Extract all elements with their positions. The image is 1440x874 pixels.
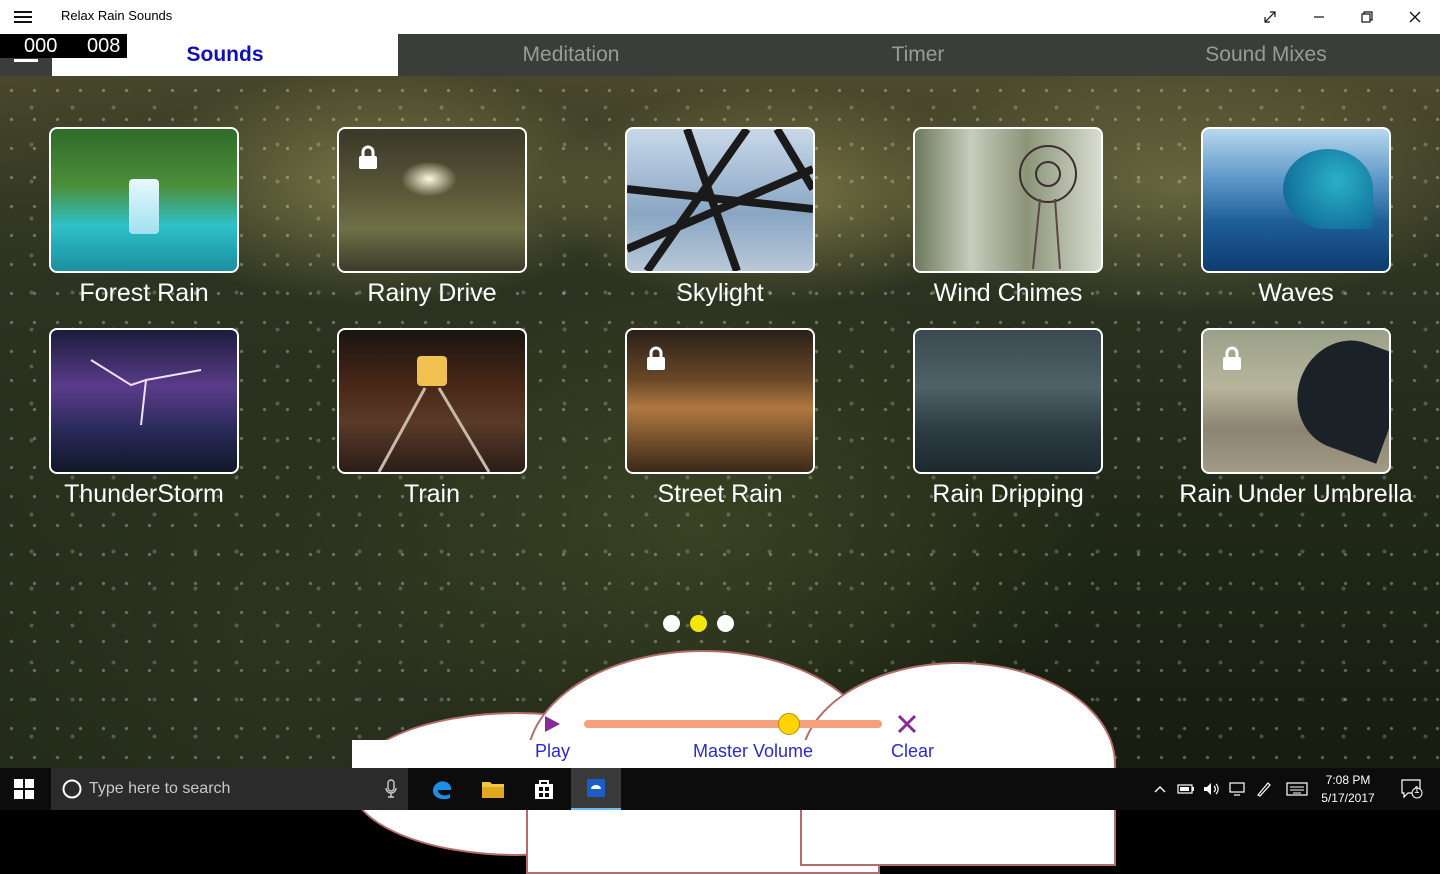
sound-label: Forest Rain: [79, 279, 209, 307]
cortana-circle-icon: [62, 779, 82, 799]
wind-chimes-thumbnail: [913, 127, 1103, 273]
volume-icon[interactable]: [1199, 768, 1225, 810]
play-button[interactable]: [541, 713, 563, 739]
sound-tile-wind-chimes[interactable]: Wind Chimes: [913, 127, 1103, 309]
thunderstorm-thumbnail: [49, 328, 239, 474]
page-dot-3[interactable]: [717, 615, 734, 632]
clock-time: 7:08 PM: [1325, 773, 1371, 787]
sound-tile-forest-rain[interactable]: Forest Rain: [49, 127, 239, 309]
search-placeholder: Type here to search: [89, 780, 231, 797]
sound-tile-skylight[interactable]: Skylight: [625, 127, 815, 309]
sound-label: Train: [403, 480, 461, 508]
sound-label: Skylight: [676, 279, 764, 307]
sound-label: Rain Under Umbrella: [1179, 480, 1413, 508]
sound-tile-street-rain[interactable]: Street Rain: [625, 328, 815, 510]
hamburger-menu-icon[interactable]: [14, 8, 32, 26]
master-volume-slider-thumb[interactable]: [778, 713, 800, 735]
window-title: Relax Rain Sounds: [61, 8, 173, 23]
action-center-notification-icon[interactable]: 1: [1390, 768, 1434, 810]
sound-label: Street Rain: [657, 480, 783, 508]
sound-tile-rain-under-umbrella[interactable]: Rain Under Umbrella: [1179, 328, 1413, 510]
close-icon[interactable]: [1392, 0, 1438, 34]
skylight-thumbnail: [625, 127, 815, 273]
clear-x-icon: [897, 714, 917, 734]
sound-label: Wind Chimes: [933, 279, 1083, 307]
store-icon[interactable]: [520, 768, 568, 810]
sound-label: Waves: [1258, 279, 1334, 307]
counter-underline: [14, 59, 38, 62]
sound-label: Rainy Drive: [367, 279, 497, 307]
lock-icon: [647, 346, 665, 370]
sound-label: ThunderStorm: [64, 480, 224, 508]
counter-display: 000 008: [0, 34, 127, 58]
sound-tile-train[interactable]: Train: [337, 328, 527, 510]
rainy-drive-thumbnail: [337, 127, 527, 273]
counter-left: 000: [24, 35, 58, 57]
title-bar: Relax Rain Sounds: [0, 0, 1440, 34]
train-thumbnail: [337, 328, 527, 474]
pen-ink-icon[interactable]: [1251, 768, 1277, 810]
master-volume-slider[interactable]: [584, 720, 882, 728]
street-rain-thumbnail: [625, 328, 815, 474]
master-volume-label: Master Volume: [693, 741, 814, 761]
relax-rain-app-icon[interactable]: [571, 768, 621, 810]
file-explorer-icon[interactable]: [469, 768, 517, 810]
sound-tile-waves[interactable]: Waves: [1201, 127, 1391, 309]
play-label: Play: [535, 741, 571, 761]
minimize-icon[interactable]: [1296, 0, 1342, 34]
tab-label: Sounds: [186, 43, 264, 66]
keyboard-icon[interactable]: [1282, 768, 1312, 810]
lock-icon: [359, 145, 377, 169]
counter-right: 008: [87, 35, 121, 57]
fullscreen-icon[interactable]: [1247, 0, 1293, 34]
clock-date: 5/17/2017: [1321, 791, 1375, 805]
waves-thumbnail: [1201, 127, 1391, 273]
clear-button[interactable]: [896, 713, 918, 739]
tab-meditation[interactable]: Meditation: [398, 34, 744, 76]
microphone-icon[interactable]: [384, 779, 398, 799]
network-icon[interactable]: [1225, 768, 1251, 810]
page-dot-1[interactable]: [663, 615, 680, 632]
tab-label: Timer: [891, 43, 945, 66]
sound-label: Rain Dripping: [932, 480, 1084, 508]
clear-label: Clear: [891, 741, 935, 761]
sound-tile-rainy-drive[interactable]: Rainy Drive: [337, 127, 527, 309]
chevron-up-icon[interactable]: [1147, 768, 1173, 810]
play-icon: [545, 716, 560, 732]
tab-label: Sound Mixes: [1205, 43, 1327, 66]
notification-count: 1: [1414, 785, 1420, 796]
tab-bar: Sounds Meditation Timer Sound Mixes: [0, 34, 1440, 76]
edge-browser-icon[interactable]: [418, 768, 466, 810]
sound-tile-thunderstorm[interactable]: ThunderStorm: [49, 328, 239, 510]
tab-timer[interactable]: Timer: [744, 34, 1092, 76]
taskbar-clock[interactable]: 7:08 PM 5/17/2017: [1316, 771, 1380, 807]
rain-under-umbrella-thumbnail: [1201, 328, 1391, 474]
lock-icon: [1223, 346, 1241, 370]
taskbar: Type here to search 7:08 PM 5/17/2017 1: [0, 768, 1440, 810]
tab-label: Meditation: [522, 43, 620, 66]
rain-dripping-thumbnail: [913, 328, 1103, 474]
page-dot-2-active[interactable]: [690, 615, 707, 632]
restore-icon[interactable]: [1344, 0, 1390, 34]
forest-rain-thumbnail: [49, 127, 239, 273]
tab-sound-mixes[interactable]: Sound Mixes: [1092, 34, 1440, 76]
taskbar-search-box[interactable]: Type here to search: [51, 768, 408, 810]
battery-icon[interactable]: [1173, 768, 1199, 810]
start-windows-icon[interactable]: [0, 768, 48, 810]
sound-tile-rain-dripping[interactable]: Rain Dripping: [913, 328, 1103, 510]
